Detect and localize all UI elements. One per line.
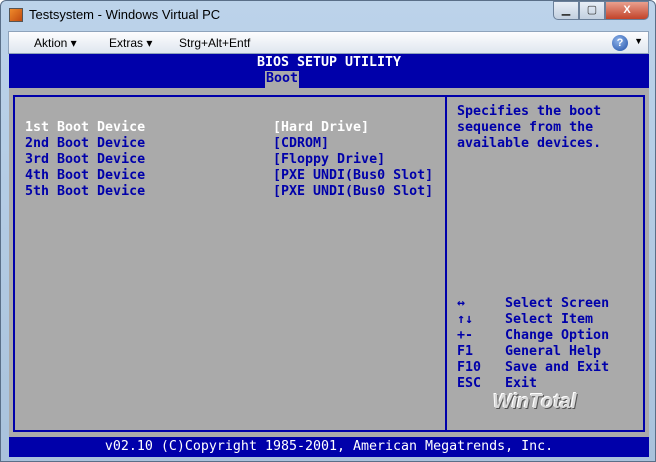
menu-aktion[interactable]: Aktion ▾ (34, 36, 77, 50)
boot-device-value[interactable]: [PXE UNDI(Bus0 Slot] (273, 184, 433, 200)
boot-device-row[interactable]: 4th Boot Device [PXE UNDI(Bus0 Slot] (25, 168, 433, 184)
help-text-line: sequence from the (457, 120, 594, 135)
boot-device-value[interactable]: [Floppy Drive] (273, 152, 385, 168)
boot-device-label: 2nd Boot Device (25, 136, 146, 151)
boot-device-label: 3rd Boot Device (25, 152, 146, 167)
bios-title: BIOS SETUP UTILITY (256, 55, 402, 70)
key-hint: ESC (457, 376, 482, 391)
boot-device-row[interactable]: 3rd Boot Device [Floppy Drive] (25, 152, 385, 168)
menu-ctrl-alt-del[interactable]: Strg+Alt+Entf (179, 36, 250, 50)
key-description: Save and Exit (505, 360, 610, 375)
boot-device-value[interactable]: [PXE UNDI(Bus0 Slot] (273, 168, 433, 184)
key-hint: ↑↓ (457, 312, 474, 327)
bios-footer: v02.10 (C)Copyright 1985-2001, American … (9, 437, 649, 457)
boot-device-value[interactable]: [CDROM] (273, 136, 329, 152)
boot-device-row[interactable]: 2nd Boot Device [CDROM] (25, 136, 329, 152)
key-hint: +- (457, 328, 474, 343)
app-icon (9, 8, 23, 22)
help-text-line: available devices. (457, 136, 602, 151)
menu-bar: Aktion ▾ Extras ▾ Strg+Alt+Entf ? ▼ (8, 31, 649, 54)
boot-device-value[interactable]: [Hard Drive] (273, 120, 369, 136)
bios-screen[interactable]: BIOS SETUP UTILITY Boot 1st Boot Device [… (9, 54, 649, 457)
wintotal-watermark: WinTotal (493, 391, 577, 413)
virtual-pc-window: Testsystem - Windows Virtual PC ▁ ▢ X Ak… (0, 0, 656, 462)
key-hint: F10 (457, 360, 482, 375)
key-hint: F1 (457, 344, 474, 359)
key-description: General Help (505, 344, 602, 359)
title-bar: Testsystem - Windows Virtual PC ▁ ▢ X (1, 1, 655, 29)
window-title: Testsystem - Windows Virtual PC (29, 7, 221, 22)
panel-divider (445, 97, 447, 430)
boot-device-row[interactable]: 1st Boot Device [Hard Drive] (25, 120, 369, 136)
key-description: Select Screen (505, 296, 610, 311)
menu-extras[interactable]: Extras ▾ (109, 36, 152, 50)
boot-device-row[interactable]: 5th Boot Device [PXE UNDI(Bus0 Slot] (25, 184, 433, 200)
boot-panel: 1st Boot Device [Hard Drive] 2nd Boot Dev… (13, 95, 645, 432)
boot-device-label: 1st Boot Device (25, 120, 146, 135)
bios-header: BIOS SETUP UTILITY Boot (9, 54, 649, 88)
tab-boot[interactable]: Boot (265, 71, 300, 88)
maximize-button[interactable]: ▢ (579, 1, 605, 20)
key-description: Exit (505, 376, 538, 391)
help-icon[interactable]: ? (612, 35, 628, 51)
key-description: Select Item (505, 312, 594, 327)
key-hint: ↔ (457, 296, 466, 311)
boot-device-label: 4th Boot Device (25, 168, 146, 183)
help-text-line: Specifies the boot (457, 104, 602, 119)
close-button[interactable]: X (605, 1, 649, 20)
minimize-button[interactable]: ▁ (553, 1, 579, 20)
key-description: Change Option (505, 328, 610, 343)
boot-device-label: 5th Boot Device (25, 184, 146, 199)
chevron-down-icon[interactable]: ▼ (634, 36, 643, 46)
